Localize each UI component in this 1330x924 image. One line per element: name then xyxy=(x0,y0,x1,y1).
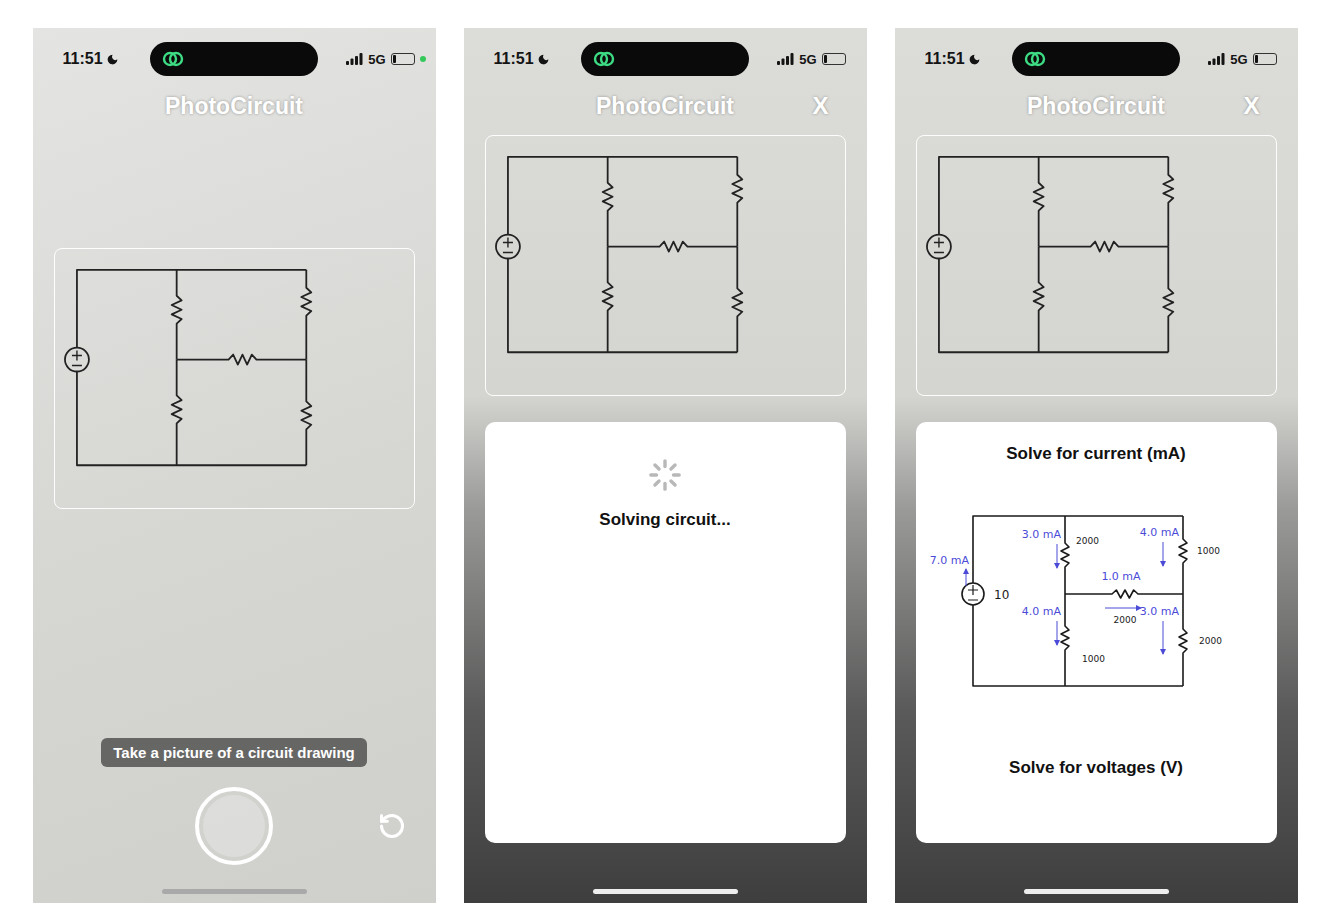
svg-text:10: 10 xyxy=(994,588,1009,602)
svg-text:2000: 2000 xyxy=(1076,536,1099,546)
app-logo-icon xyxy=(593,49,615,69)
svg-text:3.0 mA: 3.0 mA xyxy=(1139,605,1179,618)
network-label: 5G xyxy=(1230,52,1247,67)
signal-icon xyxy=(346,53,363,65)
voltage-source: 10 xyxy=(962,583,1009,605)
current-arrow-icon xyxy=(1056,544,1057,568)
svg-text:7.0 mA: 7.0 mA xyxy=(929,554,969,567)
result-card: Solving circuit... xyxy=(485,422,846,843)
network-label: 5G xyxy=(799,52,816,67)
svg-text:2000: 2000 xyxy=(1199,636,1222,646)
title-row: PhotoCircuit X xyxy=(895,84,1298,128)
current-arrow-icon xyxy=(1105,608,1141,609)
home-indicator xyxy=(1024,889,1169,894)
shutter-button[interactable] xyxy=(195,787,273,865)
circuit-photo xyxy=(917,136,1276,395)
status-time: 11:51 xyxy=(895,50,1013,68)
solved-circuit-diagram: 10 2000 1000 2000 1000 2000 7.0 mA 3.0 mA 4.0 mA… xyxy=(916,466,1277,706)
current-label: 7.0 mA xyxy=(929,554,969,586)
moon-icon xyxy=(106,53,119,66)
capture-frame xyxy=(485,135,846,396)
status-time: 11:51 xyxy=(464,50,582,68)
status-bar: 11:51 5G xyxy=(33,28,436,84)
status-icons: 5G xyxy=(318,52,436,67)
hint-label: Take a picture of a circuit drawing xyxy=(101,738,366,767)
resistor: 1000 xyxy=(1179,516,1220,594)
solving-label: Solving circuit... xyxy=(599,508,730,532)
status-icons: 5G xyxy=(749,52,867,67)
screenshot-collage: 11:51 5G PhotoCircuit Take a picture of a c… xyxy=(0,0,1330,924)
moon-icon xyxy=(537,53,550,66)
current-label: 3.0 mA xyxy=(1139,605,1179,654)
app-title: PhotoCircuit xyxy=(1027,89,1165,124)
voltage-section-title[interactable]: Solve for voltages (V) xyxy=(1009,756,1183,780)
camera-indicator xyxy=(420,56,426,62)
home-indicator xyxy=(162,889,307,894)
home-indicator xyxy=(593,889,738,894)
current-label: 4.0 mA xyxy=(1021,605,1061,645)
app-title: PhotoCircuit xyxy=(165,89,303,124)
close-button[interactable]: X xyxy=(1243,92,1297,120)
app-title: PhotoCircuit xyxy=(596,89,734,124)
result-card: Solve for current (mA) 10 2000 1000 2000 1000… xyxy=(916,422,1277,843)
phone-screen: 11:51 5G PhotoCircuit X Solving circuit... xyxy=(464,28,867,903)
battery-icon xyxy=(391,53,415,65)
status-bar: 11:51 5G xyxy=(895,28,1298,84)
close-button[interactable]: X xyxy=(812,92,866,120)
signal-icon xyxy=(1208,53,1225,65)
svg-text:1000: 1000 xyxy=(1197,546,1220,556)
current-arrow-icon xyxy=(1162,621,1163,654)
battery-icon xyxy=(822,53,846,65)
svg-text:1.0 mA: 1.0 mA xyxy=(1101,570,1141,583)
rotate-icon[interactable] xyxy=(378,812,436,840)
status-time: 11:51 xyxy=(33,50,151,68)
app-logo-icon xyxy=(1024,49,1046,69)
dynamic-island xyxy=(150,42,318,76)
current-label: 1.0 mA xyxy=(1101,570,1141,608)
current-label: 3.0 mA xyxy=(1021,528,1061,568)
current-arrow-icon xyxy=(965,569,966,586)
phone-screen: 11:51 5G PhotoCircuit Take a picture of a c… xyxy=(33,28,436,903)
capture-frame xyxy=(54,248,415,509)
resistor: 2000 xyxy=(1179,594,1222,686)
network-label: 5G xyxy=(368,52,385,67)
resistor: 1000 xyxy=(1061,594,1105,686)
dynamic-island xyxy=(1012,42,1180,76)
svg-text:3.0 mA: 3.0 mA xyxy=(1021,528,1061,541)
current-arrow-icon xyxy=(1162,542,1163,566)
camera-indicator xyxy=(851,56,857,62)
svg-text:4.0 mA: 4.0 mA xyxy=(1139,526,1179,539)
resistor: 2000 xyxy=(1061,516,1099,594)
resistor: 2000 xyxy=(1065,590,1183,625)
circuit-photo xyxy=(55,249,414,508)
dynamic-island xyxy=(581,42,749,76)
status-icons: 5G xyxy=(1180,52,1298,67)
status-bar: 11:51 5G xyxy=(464,28,867,84)
circuit-photo xyxy=(486,136,845,395)
svg-text:2000: 2000 xyxy=(1113,615,1136,625)
shutter-row xyxy=(33,787,436,865)
signal-icon xyxy=(777,53,794,65)
current-label: 4.0 mA xyxy=(1139,526,1179,566)
spinner-icon xyxy=(648,458,682,492)
phone-screen: 11:51 5G PhotoCircuit X Solve for current (m… xyxy=(895,28,1298,903)
title-row: PhotoCircuit X xyxy=(464,84,867,128)
capture-frame xyxy=(916,135,1277,396)
app-logo-icon xyxy=(162,49,184,69)
moon-icon xyxy=(968,53,981,66)
current-arrow-icon xyxy=(1056,621,1057,645)
svg-text:1000: 1000 xyxy=(1082,654,1105,664)
current-section-title[interactable]: Solve for current (mA) xyxy=(1006,442,1185,466)
battery-icon xyxy=(1253,53,1277,65)
title-row: PhotoCircuit xyxy=(33,84,436,128)
camera-indicator xyxy=(1282,56,1288,62)
svg-text:4.0 mA: 4.0 mA xyxy=(1021,605,1061,618)
